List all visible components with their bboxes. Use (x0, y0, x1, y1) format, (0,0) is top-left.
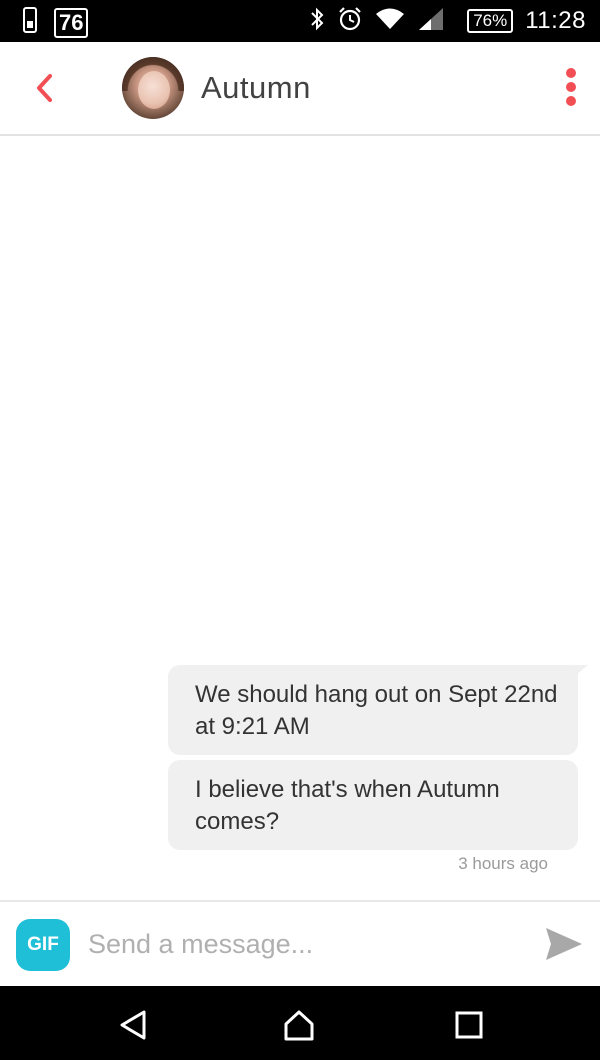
contact-name[interactable]: Autumn (201, 70, 311, 106)
send-icon (546, 928, 582, 960)
more-vertical-icon (564, 68, 578, 106)
battery-indicator: 76% (467, 9, 514, 33)
cell-signal-icon (417, 6, 445, 37)
system-nav-bar (0, 986, 600, 1060)
message-input[interactable] (88, 920, 518, 968)
chevron-left-icon (37, 74, 52, 102)
nav-recents-button[interactable] (452, 1008, 486, 1042)
message-timestamp: 3 hours ago (458, 854, 548, 873)
gif-button[interactable]: GIF (16, 919, 70, 971)
send-button[interactable] (544, 924, 584, 964)
nav-home-button[interactable] (282, 1008, 316, 1042)
notification-count: 76 (54, 7, 89, 38)
message-bubble[interactable]: I believe that's when Autumn comes? (168, 760, 578, 850)
wifi-icon (375, 7, 405, 36)
back-button[interactable] (30, 68, 60, 108)
chat-header: Autumn (0, 42, 600, 136)
nav-home-icon (284, 1010, 314, 1041)
avatar[interactable] (122, 57, 184, 119)
status-bar: 76 76% 11:28 (0, 0, 600, 42)
nav-back-button[interactable] (116, 1008, 150, 1042)
more-options-button[interactable] (564, 68, 578, 108)
bluetooth-icon (309, 7, 325, 36)
nav-recents-icon (455, 1011, 483, 1039)
phone-icon (22, 6, 38, 39)
clock: 11:28 (525, 7, 586, 34)
nav-back-icon (120, 1010, 146, 1040)
status-bar-left: 76 (22, 6, 89, 39)
alarm-icon (337, 6, 363, 37)
message-bubble[interactable]: We should hang out on Sept 22nd at 9:21 … (168, 665, 588, 755)
message-composer: GIF (0, 900, 600, 986)
status-bar-right: 76% 11:28 (297, 0, 586, 42)
message-list[interactable]: We should hang out on Sept 22nd at 9:21 … (0, 136, 600, 900)
